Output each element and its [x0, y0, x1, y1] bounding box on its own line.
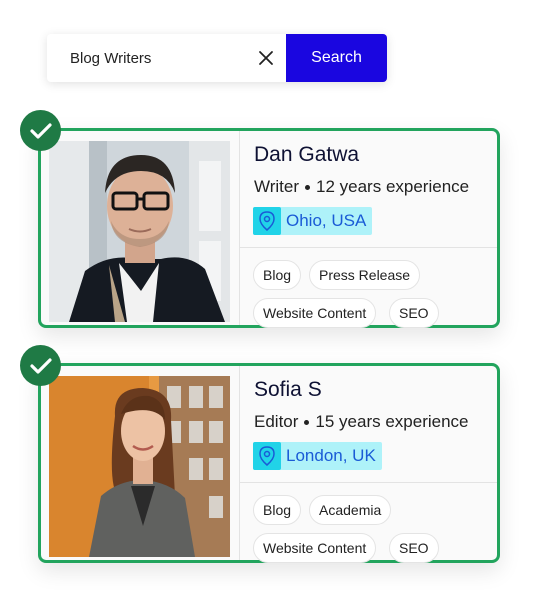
location-badge: London, UK: [253, 442, 382, 470]
writer-meta: Editor 15 years experience: [254, 412, 469, 432]
search-button[interactable]: Search: [286, 34, 387, 82]
search-bar: Blog Writers Search: [47, 34, 387, 82]
writer-card[interactable]: Dan Gatwa Writer 12 years experience Ohio…: [38, 128, 500, 328]
card-divider: [240, 247, 497, 248]
tag-chip[interactable]: SEO: [389, 298, 439, 328]
card-divider: [240, 482, 497, 483]
tag-chip[interactable]: Website Content: [253, 298, 377, 328]
bullet-dot: [304, 420, 310, 426]
bullet-dot: [305, 185, 311, 191]
writer-experience: 15 years experience: [315, 412, 469, 431]
writer-experience: 12 years experience: [316, 177, 470, 196]
checkmark-icon[interactable]: [20, 345, 61, 386]
writer-name: Sofia S: [254, 378, 322, 401]
checkmark-icon[interactable]: [20, 110, 61, 151]
location-text: Ohio, USA: [286, 211, 367, 230]
search-input[interactable]: Blog Writers: [47, 34, 246, 82]
writer-role: Writer: [254, 177, 300, 196]
writer-photo: [49, 141, 230, 322]
writer-name: Dan Gatwa: [254, 143, 360, 166]
writer-meta: Writer 12 years experience: [254, 177, 469, 197]
card-divider: [239, 366, 240, 560]
tag-chip[interactable]: SEO: [389, 533, 439, 563]
close-icon[interactable]: [246, 34, 286, 82]
location-badge: Ohio, USA: [253, 207, 373, 235]
tag-chip[interactable]: Blog: [253, 260, 302, 290]
writer-photo: [49, 376, 230, 557]
tag-chip[interactable]: Blog: [253, 495, 302, 525]
tag-chip[interactable]: Website Content: [253, 533, 377, 563]
card-divider: [239, 131, 240, 325]
location-pin-icon: [253, 442, 281, 470]
writer-card[interactable]: Sofia S Editor 15 years experience London…: [38, 363, 500, 563]
location-pin-icon: [253, 207, 281, 235]
tag-chip[interactable]: Academia: [309, 495, 392, 525]
writer-role: Editor: [254, 412, 299, 431]
tag-chip[interactable]: Press Release: [309, 260, 421, 290]
location-text: London, UK: [286, 446, 376, 465]
